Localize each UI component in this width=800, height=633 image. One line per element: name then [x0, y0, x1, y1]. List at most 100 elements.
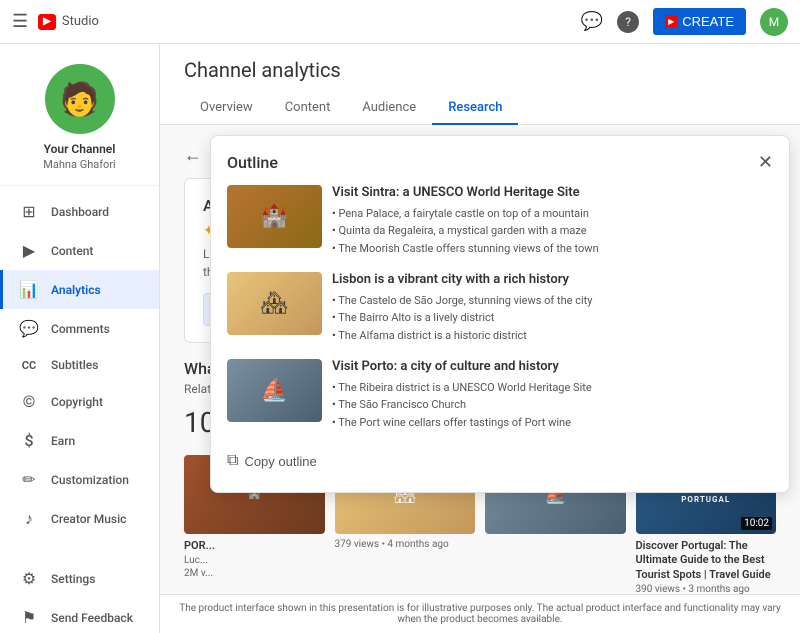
video-meta-1: 2M v...	[184, 568, 325, 579]
outline-bullets-1: Pena Palace, a fairytale castle on top o…	[332, 206, 773, 256]
outline-overlay: Outline ✕ 🏰 Visit Sintra: a UNESCO World…	[210, 135, 790, 493]
sidebar-item-settings[interactable]: ⚙ Settings	[0, 559, 159, 598]
outline-thumb-3: ⛵	[227, 359, 322, 422]
video-title-1: POR...	[184, 539, 325, 553]
tab-content[interactable]: Content	[269, 92, 347, 125]
sidebar-item-customization[interactable]: ✏ Customization	[0, 460, 159, 499]
avatar[interactable]: M	[760, 8, 788, 36]
copy-icon: ⧉	[227, 452, 238, 470]
sidebar-nav: ⊞ Dashboard ▶ Content 📊 Analytics 💬 Comm…	[0, 186, 159, 545]
sidebar-item-feedback[interactable]: ⚑ Send Feedback	[0, 598, 159, 633]
outline-thumb-1: 🏰	[227, 185, 322, 248]
sidebar-item-dashboard-label: Dashboard	[51, 205, 109, 219]
sidebar-item-copyright[interactable]: © Copyright	[0, 382, 159, 421]
outline-bullet: The São Francisco Church	[332, 397, 773, 412]
outline-header: Outline ✕	[227, 152, 773, 173]
outline-section-2: 🏘 Lisbon is a vibrant city with a rich h…	[227, 272, 773, 345]
tab-audience[interactable]: Audience	[346, 92, 432, 125]
top-nav: ☰ ▶ Studio 💬 ? ▶ CREATE M	[0, 0, 800, 44]
outline-section-title-1: Visit Sintra: a UNESCO World Heritage Si…	[332, 185, 773, 202]
yt-studio-text: Studio	[62, 14, 99, 29]
outline-section-3: ⛵ Visit Porto: a city of culture and his…	[227, 359, 773, 432]
app-container: ☰ ▶ Studio 💬 ? ▶ CREATE M 🧑	[0, 0, 800, 633]
video-title-4: Discover Portugal: The Ultimate Guide to…	[636, 539, 777, 582]
sidebar-channel-label: Your Channel	[44, 142, 116, 156]
video-info-4: Discover Portugal: The Ultimate Guide to…	[636, 539, 777, 594]
sidebar-item-content[interactable]: ▶ Content	[0, 231, 159, 270]
copyright-icon: ©	[19, 392, 39, 411]
sidebar-item-customization-label: Customization	[51, 473, 129, 487]
sidebar-item-subtitles[interactable]: CC Subtitles	[0, 348, 159, 382]
video-duration-4: 10:02	[741, 517, 772, 530]
copy-outline-button[interactable]: ⧉ Copy outline	[227, 446, 317, 476]
top-nav-left: ☰ ▶ Studio	[12, 11, 99, 32]
dashboard-icon: ⊞	[19, 202, 39, 221]
sidebar-item-comments-label: Comments	[51, 322, 110, 336]
sidebar-item-subtitles-label: Subtitles	[51, 358, 98, 372]
outline-bullets-3: The Ribeira district is a UNESCO World H…	[332, 380, 773, 430]
tab-research[interactable]: Research	[432, 92, 518, 125]
sidebar-item-feedback-label: Send Feedback	[51, 611, 133, 625]
outline-bullet: The Moorish Castle offers stunning views…	[332, 241, 773, 256]
outline-bullet: The Bairro Alto is a lively district	[332, 310, 773, 325]
earn-icon: $	[19, 431, 39, 450]
sidebar-item-comments[interactable]: 💬 Comments	[0, 309, 159, 348]
video-meta-4: 390 views • 3 months ago	[636, 584, 777, 594]
outline-content-2: Lisbon is a vibrant city with a rich his…	[332, 272, 773, 345]
outline-section-title-2: Lisbon is a vibrant city with a rich his…	[332, 272, 773, 289]
sidebar-item-creator-music-label: Creator Music	[51, 512, 126, 526]
footer-text: The product interface shown in this pres…	[179, 603, 780, 625]
outline-bullet: The Alfama district is a historic distri…	[332, 328, 773, 343]
close-button[interactable]: ✕	[758, 152, 773, 173]
sidebar-item-content-label: Content	[51, 244, 93, 258]
sidebar-item-earn[interactable]: $ Earn	[0, 421, 159, 460]
video-meta-2: 379 views • 4 months ago	[335, 539, 476, 550]
sidebar-bottom: ⚙ Settings ⚑ Send Feedback	[0, 553, 159, 633]
comment-icon[interactable]: 💬	[581, 11, 603, 32]
page-title: Channel analytics	[184, 58, 776, 82]
outline-bullet: Quinta da Regaleira, a mystical garden w…	[332, 223, 773, 238]
sidebar-profile-name: Mahna Ghafori	[43, 158, 115, 171]
sidebar-profile: 🧑 Your Channel Mahna Ghafori	[0, 44, 159, 186]
create-btn-label: CREATE	[682, 14, 734, 29]
hamburger-icon[interactable]: ☰	[12, 11, 28, 32]
main-content: Channel analytics Overview Content Audie…	[160, 44, 800, 633]
sidebar-item-analytics[interactable]: 📊 Analytics	[0, 270, 159, 309]
page-tabs: Overview Content Audience Research	[184, 92, 776, 124]
yt-logo-icon: ▶	[38, 14, 56, 30]
profile-avatar[interactable]: 🧑	[45, 64, 115, 134]
customization-icon: ✏	[19, 470, 39, 489]
outline-bullets-2: The Castelo de São Jorge, stunning views…	[332, 293, 773, 343]
create-button[interactable]: ▶ CREATE	[653, 8, 746, 35]
outline-bullet: The Port wine cellars offer tastings of …	[332, 415, 773, 430]
sidebar-item-creator-music[interactable]: ♪ Creator Music	[0, 499, 159, 539]
outline-bullet: Pena Palace, a fairytale castle on top o…	[332, 206, 773, 221]
video-info-2: 379 views • 4 months ago	[335, 539, 476, 550]
sidebar-item-dashboard[interactable]: ⊞ Dashboard	[0, 192, 159, 231]
sidebar-item-settings-label: Settings	[51, 572, 95, 586]
sidebar-item-earn-label: Earn	[51, 434, 75, 448]
footer: The product interface shown in this pres…	[160, 594, 800, 633]
creator-music-icon: ♪	[19, 509, 39, 529]
outline-title: Outline	[227, 153, 278, 172]
outline-bullet: The Castelo de São Jorge, stunning views…	[332, 293, 773, 308]
help-icon[interactable]: ?	[617, 11, 639, 33]
outline-thumb-2: 🏘	[227, 272, 322, 335]
sidebar-item-analytics-label: Analytics	[51, 283, 101, 297]
avatar-initials: M	[769, 15, 779, 29]
sidebar-item-copyright-label: Copyright	[51, 395, 103, 409]
body-container: 🧑 Your Channel Mahna Ghafori ⊞ Dashboard…	[0, 44, 800, 633]
back-button[interactable]: ←	[184, 145, 202, 166]
video-channel-1: Luc...	[184, 555, 325, 566]
analytics-icon: 📊	[19, 280, 39, 299]
feedback-icon: ⚑	[19, 608, 39, 627]
tab-overview[interactable]: Overview	[184, 92, 269, 125]
outline-content-3: Visit Porto: a city of culture and histo…	[332, 359, 773, 432]
yt-logo[interactable]: ▶ Studio	[38, 14, 99, 30]
comments-icon: 💬	[19, 319, 39, 338]
page-header: Channel analytics Overview Content Audie…	[160, 44, 800, 125]
outline-section-title-3: Visit Porto: a city of culture and histo…	[332, 359, 773, 376]
content-area: ← A journey through Portugal's rich hist…	[160, 125, 800, 594]
subtitles-icon: CC	[19, 359, 39, 372]
top-nav-right: 💬 ? ▶ CREATE M	[581, 8, 788, 36]
